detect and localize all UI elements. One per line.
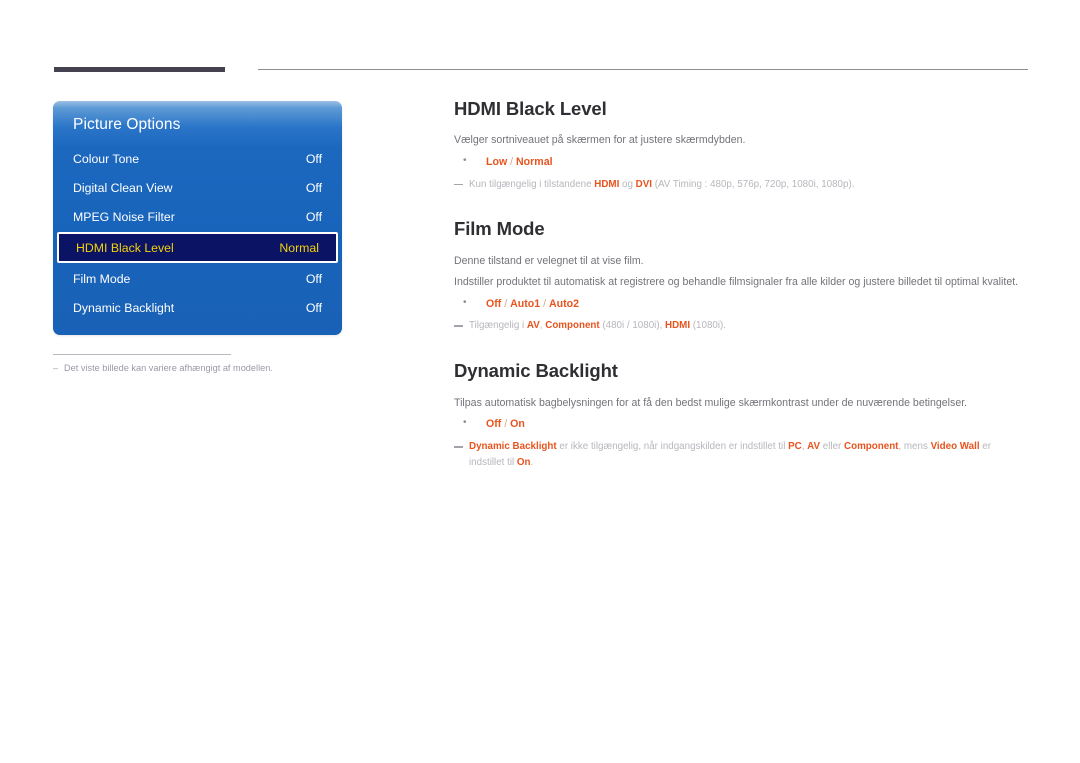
section-option-list: Off / Auto1 / Auto2 xyxy=(454,295,1028,313)
osd-menu-item-film-mode[interactable]: Film Mode Off xyxy=(53,264,342,293)
osd-menu-item-dynamic-backlight[interactable]: Dynamic Backlight Off xyxy=(53,293,342,322)
option-value: Auto1 xyxy=(510,297,541,310)
note-text: eller xyxy=(820,440,845,452)
option-value: Off xyxy=(486,418,502,431)
note-text: er ikke tilgængelig, når indgangskilden … xyxy=(556,440,789,452)
osd-item-label: Film Mode xyxy=(73,271,131,286)
note-text: (AV Timing : 480p, 576p, 720p, 1080i, 10… xyxy=(652,178,855,190)
osd-menu-item-colour-tone[interactable]: Colour Tone Off xyxy=(53,144,342,173)
osd-item-label: HDMI Black Level xyxy=(76,240,174,255)
note-emphasis: HDMI xyxy=(594,178,620,190)
osd-menu-title: Picture Options xyxy=(73,116,181,133)
section-paragraph: Indstiller produktet til automatisk at r… xyxy=(454,276,1019,289)
note-emphasis: HDMI xyxy=(665,320,691,332)
osd-footnote-rule xyxy=(53,354,231,355)
osd-item-value: Normal xyxy=(279,240,319,255)
osd-menu-item-mpeg-noise-filter[interactable]: MPEG Noise Filter Off xyxy=(53,202,342,231)
option-value: Low xyxy=(486,155,508,168)
option-item: Low / Normal xyxy=(454,153,1028,171)
osd-item-label: Digital Clean View xyxy=(73,180,173,195)
note-text: (480i / 1080i), xyxy=(599,320,666,332)
page-header-rules xyxy=(0,0,1080,90)
note-emphasis: Video Wall xyxy=(930,440,980,452)
option-separator: / xyxy=(507,155,517,168)
section-film-mode: Film Mode Denne tilstand er velegnet til… xyxy=(454,218,1028,334)
osd-menu-panel: Picture Options Colour Tone Off Digital … xyxy=(53,101,342,335)
note-emphasis: AV xyxy=(526,320,540,332)
section-paragraph: Vælger sortniveauet på skærmen for at ju… xyxy=(454,134,746,147)
note-text: . xyxy=(530,456,534,468)
option-value: Normal xyxy=(516,155,553,168)
osd-footnote-text: Det viste billede kan variere afhængigt … xyxy=(64,363,273,373)
section-paragraph: Tilpas automatisk bagbelysningen for at … xyxy=(454,396,968,409)
note-text: og xyxy=(619,178,636,190)
osd-item-value: Off xyxy=(305,151,322,166)
note-emphasis: Component xyxy=(844,440,899,452)
section-note: Kun tilgængelig i tilstandene HDMI og DV… xyxy=(454,177,1028,193)
osd-menu-item-digital-clean-view[interactable]: Digital Clean View Off xyxy=(53,173,342,202)
option-value: On xyxy=(510,418,525,431)
option-value: Auto2 xyxy=(549,297,580,310)
section-hdmi-black-level: HDMI Black Level Vælger sortniveauet på … xyxy=(454,98,1028,192)
note-text: (1080i). xyxy=(690,320,727,332)
osd-item-label: Dynamic Backlight xyxy=(73,300,175,315)
osd-item-label: MPEG Noise Filter xyxy=(73,209,175,224)
osd-footnote-dash: – xyxy=(53,363,59,373)
note-text: Kun tilgængelig i tilstandene xyxy=(469,178,595,190)
option-item: Off / On xyxy=(454,415,1028,433)
section-heading: HDMI Black Level xyxy=(454,98,607,119)
note-emphasis: DVI xyxy=(635,178,652,190)
section-note: Tilgængelig i AV, Component (480i / 1080… xyxy=(454,318,1028,334)
osd-item-value: Off xyxy=(305,180,322,195)
osd-item-value: Off xyxy=(305,209,322,224)
note-emphasis: On xyxy=(516,456,531,468)
section-note: Dynamic Backlight er ikke tilgængelig, n… xyxy=(454,439,1028,471)
osd-item-value: Off xyxy=(305,271,322,286)
header-thick-rule xyxy=(54,67,225,72)
section-option-list: Off / On xyxy=(454,415,1028,433)
option-separator: / xyxy=(501,297,511,310)
option-value: Off xyxy=(486,297,502,310)
note-emphasis: AV xyxy=(807,440,821,452)
osd-footnote: – Det viste billede kan variere afhængig… xyxy=(53,362,296,376)
note-text: Tilgængelig i xyxy=(469,320,527,332)
note-emphasis: Component xyxy=(545,320,600,332)
content-column: HDMI Black Level Vælger sortniveauet på … xyxy=(454,98,1028,471)
osd-item-value: Off xyxy=(305,300,322,315)
section-option-list: Low / Normal xyxy=(454,153,1028,171)
header-thin-rule xyxy=(258,69,1028,70)
option-separator: / xyxy=(540,297,549,310)
section-paragraph: Denne tilstand er velegnet til at vise f… xyxy=(454,254,644,267)
section-dynamic-backlight: Dynamic Backlight Tilpas automatisk bagb… xyxy=(454,360,1028,470)
osd-menu-item-hdmi-black-level[interactable]: HDMI Black Level Normal xyxy=(57,232,338,263)
option-separator: / xyxy=(501,418,511,431)
osd-footnote-block: – Det viste billede kan variere afhængig… xyxy=(53,354,296,376)
osd-menu-list: Colour Tone Off Digital Clean View Off M… xyxy=(53,144,342,322)
note-emphasis: PC xyxy=(788,440,802,452)
option-item: Off / Auto1 / Auto2 xyxy=(454,295,1028,313)
osd-illustration-column: Picture Options Colour Tone Off Digital … xyxy=(53,101,342,376)
section-heading: Film Mode xyxy=(454,218,545,240)
section-heading: Dynamic Backlight xyxy=(454,360,618,382)
note-emphasis: Dynamic Backlight xyxy=(469,440,557,452)
note-text: , mens xyxy=(898,440,931,452)
osd-item-label: Colour Tone xyxy=(73,151,140,166)
